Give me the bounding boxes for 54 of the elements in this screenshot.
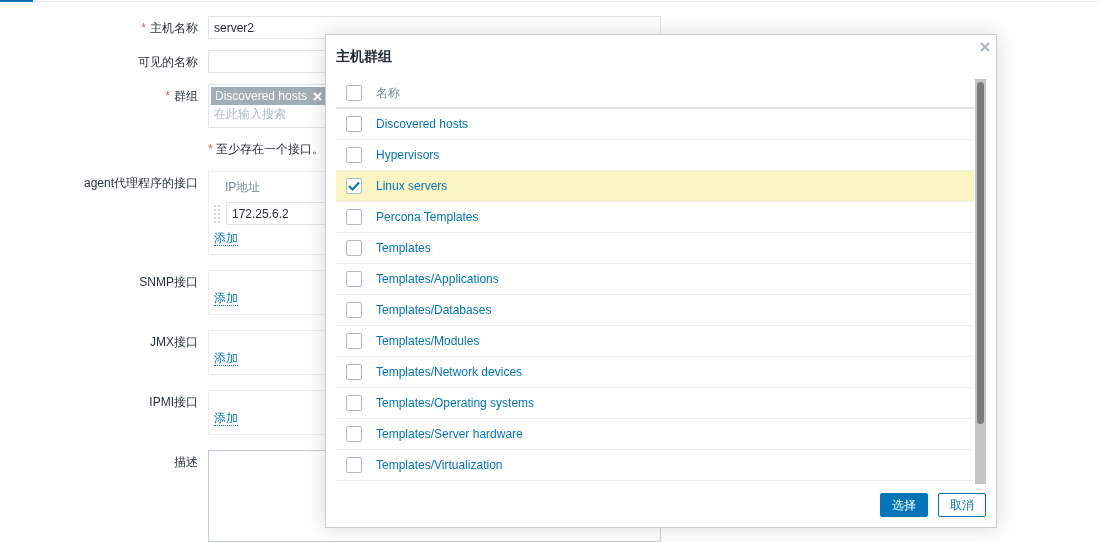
group-link[interactable]: Templates/Applications — [376, 272, 499, 286]
field-label: agent代理程序的接口 — [83, 176, 198, 190]
group-link[interactable]: Percona Templates — [376, 210, 479, 224]
scrollbar[interactable] — [975, 79, 986, 484]
checkbox[interactable] — [346, 271, 362, 287]
field-label: JMX接口 — [150, 335, 198, 349]
checkbox[interactable] — [346, 240, 362, 256]
checkbox[interactable] — [346, 457, 362, 473]
add-link[interactable]: 添加 — [214, 411, 238, 426]
group-link[interactable]: Templates/Network devices — [376, 365, 523, 379]
field-label: SNMP接口 — [139, 275, 198, 289]
checkbox[interactable] — [346, 364, 362, 380]
group-link[interactable]: Templates/Virtualization — [376, 458, 503, 472]
add-link[interactable]: 添加 — [214, 231, 238, 246]
field-label: 主机名称 — [150, 21, 198, 35]
checkbox[interactable] — [346, 116, 362, 132]
group-link[interactable]: Linux servers — [376, 179, 448, 193]
add-link[interactable]: 添加 — [214, 351, 238, 366]
checkbox[interactable] — [346, 147, 362, 163]
select-button[interactable]: 选择 — [880, 493, 928, 517]
field-label: 群组 — [174, 89, 198, 103]
checkbox[interactable] — [346, 395, 362, 411]
scrollbar-thumb[interactable] — [977, 82, 984, 424]
column-header: IP地址 — [225, 180, 261, 194]
group-link[interactable]: Hypervisors — [376, 148, 440, 162]
active-tab-indicator — [0, 0, 33, 2]
group-link[interactable]: Templates/Databases — [376, 303, 492, 317]
column-header: 名称 — [376, 84, 400, 102]
required-asterisk: * — [165, 89, 170, 103]
group-link[interactable]: Templates/Operating systems — [376, 396, 535, 410]
remove-icon — [313, 91, 323, 101]
dialog-title: 主机群组 — [336, 47, 392, 66]
cancel-button[interactable]: 取消 — [938, 493, 986, 517]
hint-text: 至少存在一个接口。 — [215, 142, 324, 157]
checkbox[interactable] — [346, 209, 362, 225]
checkbox[interactable] — [346, 178, 362, 194]
group-link[interactable]: Templates/Modules — [376, 334, 480, 348]
group-link[interactable]: Templates/Server hardware — [376, 427, 523, 441]
group-link[interactable]: Templates — [376, 241, 431, 255]
field-label: 可见的名称 — [138, 55, 198, 69]
add-link[interactable]: 添加 — [214, 291, 238, 306]
tag-label: Discovered hosts — [215, 89, 308, 103]
checkbox[interactable] — [346, 302, 362, 318]
checkbox[interactable] — [346, 426, 362, 442]
group-link[interactable]: Discovered hosts — [376, 117, 469, 131]
check-icon — [348, 181, 360, 191]
required-asterisk: * — [208, 142, 213, 157]
field-label: 描述 — [174, 455, 198, 469]
drag-handle-icon — [214, 204, 220, 223]
field-label: IPMI接口 — [149, 395, 198, 409]
checkbox[interactable] — [346, 333, 362, 349]
required-asterisk: * — [141, 21, 146, 35]
close-icon[interactable] — [980, 42, 990, 52]
checkbox[interactable] — [346, 85, 362, 101]
